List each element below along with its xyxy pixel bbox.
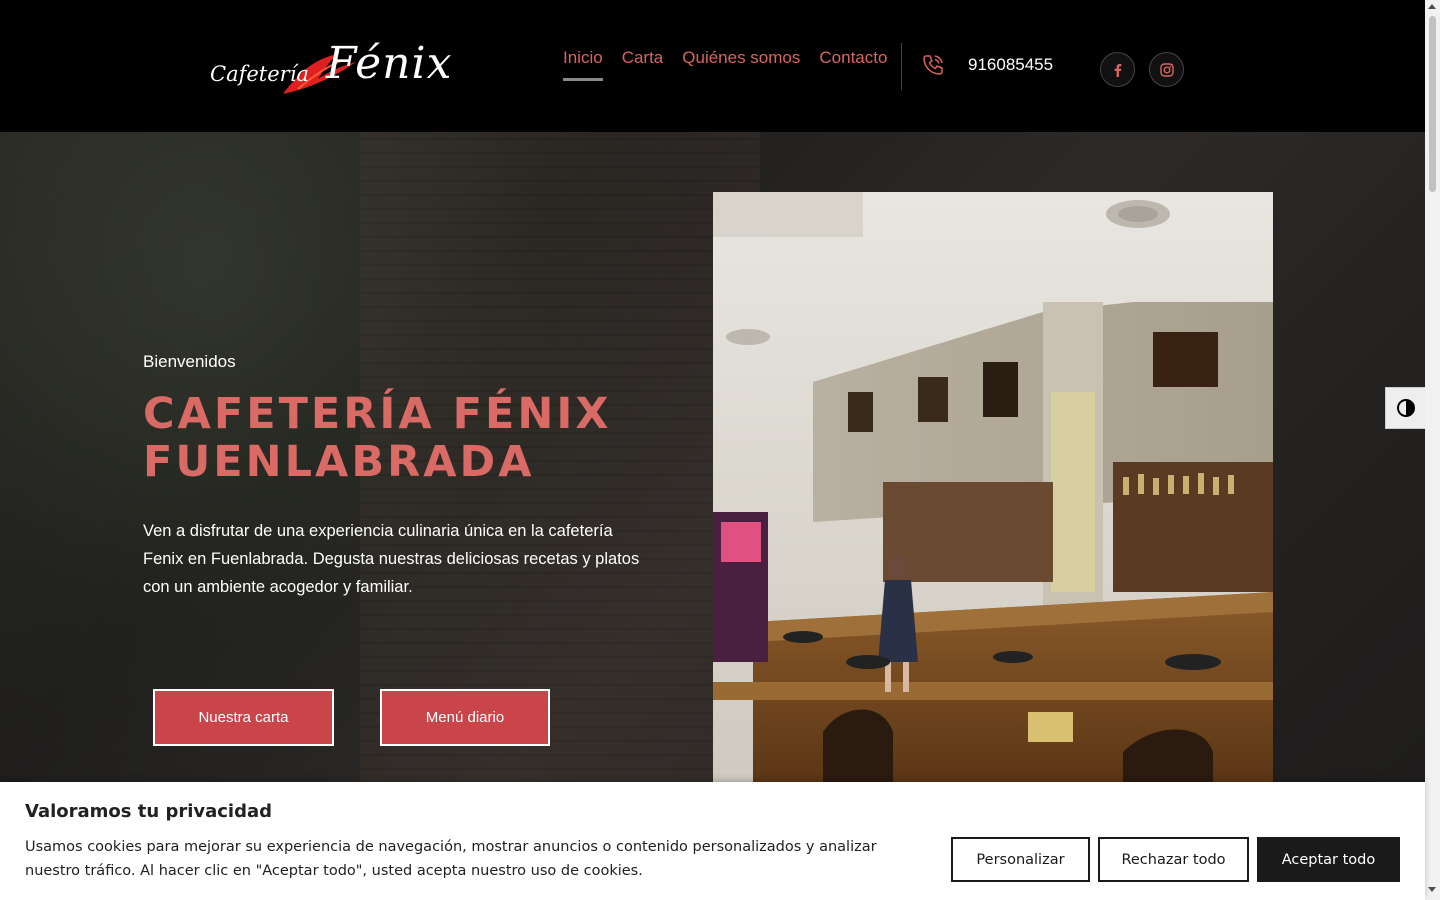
nav-item-inicio[interactable]: Inicio <box>563 48 603 81</box>
contrast-icon <box>1396 399 1415 417</box>
phone-number[interactable]: 916085455 <box>968 55 1053 75</box>
instagram-button[interactable] <box>1149 52 1184 87</box>
nav-divider <box>901 43 902 90</box>
nav-item-contacto[interactable]: Contacto <box>819 48 887 81</box>
page-scrollbar[interactable] <box>1425 0 1440 900</box>
logo-script-text: Cafetería <box>210 62 309 86</box>
nav-item-carta[interactable]: Carta <box>622 48 664 81</box>
cookie-text: Usamos cookies para mejorar su experienc… <box>25 839 877 879</box>
cookie-title: Valoramos tu privacidad <box>25 801 273 822</box>
customize-cookies-button[interactable]: Personalizar <box>951 837 1090 882</box>
logo-main-text: Fénix <box>326 38 453 89</box>
cafe-interior-photo <box>713 192 1273 782</box>
nuestra-carta-button[interactable]: Nuestra carta <box>153 689 334 746</box>
scroll-down-arrow-icon[interactable] <box>1428 887 1436 892</box>
hero-welcome: Bienvenidos <box>143 352 236 371</box>
menu-diario-button[interactable]: Menú diario <box>380 689 550 746</box>
scrollbar-thumb[interactable] <box>1429 16 1436 192</box>
hero-section: Bienvenidos CAFETERÍA FÉNIX FUENLABRADA … <box>0 132 1425 782</box>
hero-background-sign <box>1290 302 1425 462</box>
phone-icon[interactable] <box>921 53 945 77</box>
accept-all-cookies-button[interactable]: Aceptar todo <box>1257 837 1400 882</box>
hero-description: Ven a disfrutar de una experiencia culin… <box>143 522 640 596</box>
nav-item-quienes-somos[interactable]: Quiénes somos <box>682 48 800 81</box>
site-header: Cafetería Fénix Inicio Carta Quiénes som… <box>0 0 1425 132</box>
facebook-button[interactable] <box>1100 52 1135 87</box>
contrast-toggle-button[interactable] <box>1385 387 1425 429</box>
hero-title: CAFETERÍA FÉNIX FUENLABRADA <box>143 389 612 487</box>
facebook-icon <box>1114 63 1121 77</box>
instagram-icon <box>1159 62 1174 77</box>
scroll-up-arrow-icon[interactable] <box>1428 4 1436 9</box>
cookie-banner: Valoramos tu privacidad Usamos cookies p… <box>0 782 1425 900</box>
main-nav: Inicio Carta Quiénes somos Contacto <box>563 48 887 81</box>
cafe-interior-illustration <box>713 192 1273 782</box>
reject-all-cookies-button[interactable]: Rechazar todo <box>1098 837 1249 882</box>
logo[interactable]: Cafetería Fénix <box>208 38 458 100</box>
